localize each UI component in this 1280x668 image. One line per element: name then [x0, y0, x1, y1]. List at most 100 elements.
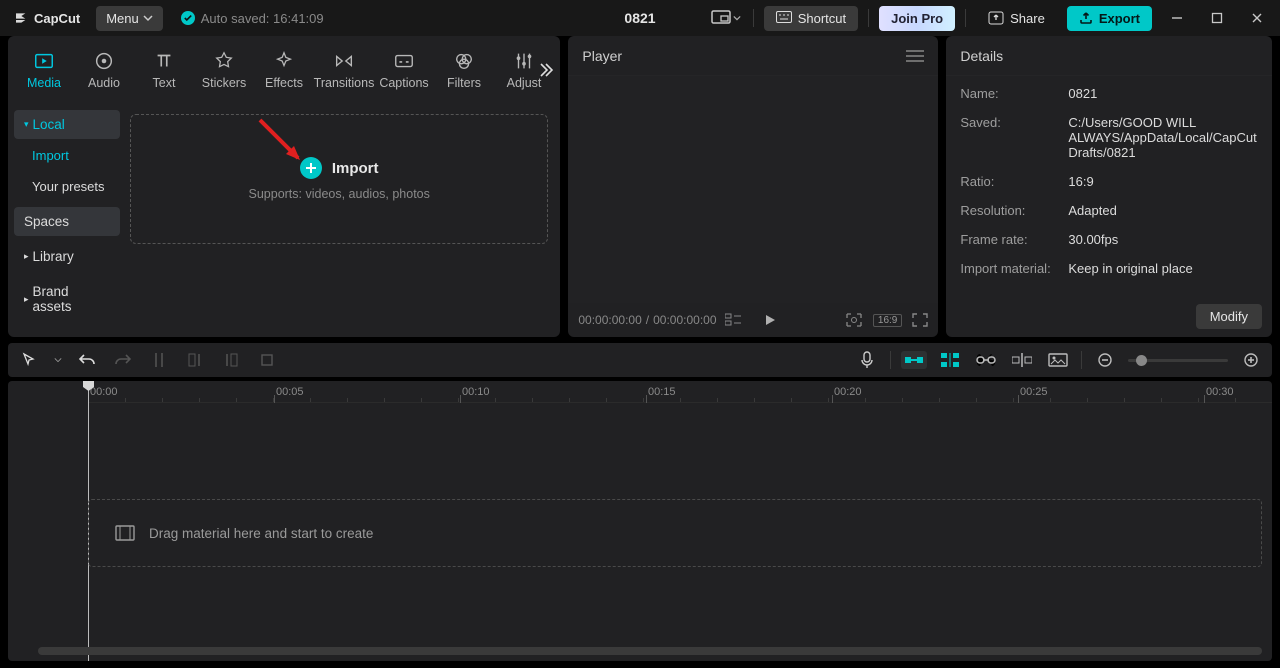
- fullscreen-icon[interactable]: [912, 313, 928, 327]
- main-track-placeholder[interactable]: Drag material here and start to create: [88, 499, 1262, 567]
- import-material-label: Import material:: [960, 261, 1068, 276]
- zoom-in-button[interactable]: [1238, 353, 1264, 367]
- chevron-down-icon: [143, 13, 153, 23]
- tab-media[interactable]: Media: [14, 50, 74, 90]
- text-icon: [153, 50, 175, 72]
- shortcut-button[interactable]: Shortcut: [764, 6, 858, 31]
- film-icon: [115, 525, 135, 541]
- resolution-value: Adapted: [1068, 203, 1258, 218]
- undo-button[interactable]: [74, 352, 100, 368]
- tab-captions[interactable]: Captions: [374, 50, 434, 90]
- redo-button[interactable]: [110, 352, 136, 368]
- track-hint: Drag material here and start to create: [149, 526, 373, 541]
- main-track-magnet-button[interactable]: [901, 351, 927, 369]
- name-value: 0821: [1068, 86, 1258, 101]
- title-bar: CapCut Menu Auto saved: 16:41:09 0821 Sh…: [0, 0, 1280, 36]
- player-title: Player: [582, 48, 622, 64]
- player-menu-icon[interactable]: [906, 49, 924, 63]
- adjust-icon: [513, 50, 535, 72]
- capcut-logo-icon: [14, 10, 30, 26]
- export-icon: [1079, 11, 1093, 25]
- sidebar-item-local[interactable]: ▾Local: [14, 110, 120, 139]
- tab-stickers[interactable]: Stickers: [194, 50, 254, 90]
- source-tabs: Media Audio Text Stickers Effects Transi…: [8, 36, 560, 104]
- tab-text[interactable]: Text: [134, 50, 194, 90]
- tab-transitions[interactable]: Transitions: [314, 50, 374, 90]
- timeline-list-icon[interactable]: [725, 313, 741, 327]
- crop-button[interactable]: [254, 352, 280, 368]
- details-title: Details: [960, 48, 1003, 64]
- timeline-toolbar: [8, 343, 1272, 377]
- media-sidebar: ▾Local Import Your presets Spaces ▸Libra…: [8, 104, 126, 337]
- details-panel: Details Name:0821 Saved:C:/Users/GOOD WI…: [946, 36, 1272, 337]
- import-dropzone[interactable]: Import Supports: videos, audios, photos: [130, 114, 548, 244]
- join-pro-button[interactable]: Join Pro: [879, 6, 955, 31]
- preview-axis-button[interactable]: [1009, 353, 1035, 367]
- check-icon: [181, 11, 195, 25]
- media-panel: Media Audio Text Stickers Effects Transi…: [8, 36, 560, 337]
- plus-icon: [300, 157, 322, 179]
- selection-tool[interactable]: [16, 352, 42, 368]
- import-material-value: Keep in original place: [1068, 261, 1258, 276]
- name-label: Name:: [960, 86, 1068, 101]
- player-panel: Player 00:00:00:00 / 00:00:00:00: [568, 36, 938, 337]
- player-controls: 00:00:00:00 / 00:00:00:00 16:9: [568, 303, 938, 337]
- player-viewport[interactable]: [568, 76, 938, 303]
- tab-audio[interactable]: Audio: [74, 50, 134, 90]
- export-button[interactable]: Export: [1067, 6, 1152, 31]
- timeline[interactable]: 00:00 00:05 00:10 00:15 00:20 00:25 00:3…: [8, 381, 1272, 661]
- modify-button[interactable]: Modify: [1196, 304, 1262, 329]
- zoom-out-button[interactable]: [1092, 353, 1118, 367]
- captions-icon: [393, 50, 415, 72]
- ratio-label: Ratio:: [960, 174, 1068, 189]
- delete-left-button[interactable]: [182, 352, 208, 368]
- transitions-icon: [333, 50, 355, 72]
- app-logo: CapCut: [8, 10, 86, 26]
- fps-label: Frame rate:: [960, 232, 1068, 247]
- ratio-value: 16:9: [1068, 174, 1258, 189]
- time-current: 00:00:00:00: [578, 313, 641, 327]
- window-minimize[interactable]: [1162, 12, 1192, 24]
- project-title[interactable]: 0821: [624, 10, 655, 26]
- saved-value: C:/Users/GOOD WILL ALWAYS/AppData/Local/…: [1068, 115, 1258, 160]
- timeline-scrollbar[interactable]: [38, 647, 1262, 655]
- ratio-badge[interactable]: 16:9: [873, 314, 902, 327]
- menu-button[interactable]: Menu: [96, 6, 163, 31]
- tab-filters[interactable]: Filters: [434, 50, 494, 90]
- effects-icon: [273, 50, 295, 72]
- zoom-slider[interactable]: [1128, 359, 1228, 362]
- aspect-ratio-button[interactable]: [709, 4, 743, 32]
- delete-right-button[interactable]: [218, 352, 244, 368]
- auto-snap-button[interactable]: [937, 353, 963, 367]
- filters-icon: [453, 50, 475, 72]
- window-maximize[interactable]: [1202, 12, 1232, 24]
- share-button[interactable]: Share: [976, 6, 1057, 31]
- tool-dropdown[interactable]: [52, 356, 64, 364]
- audio-icon: [93, 50, 115, 72]
- sidebar-item-brand[interactable]: ▸Brand assets: [14, 277, 120, 321]
- resolution-label: Resolution:: [960, 203, 1068, 218]
- record-audio-button[interactable]: [854, 351, 880, 369]
- tab-effects[interactable]: Effects: [254, 50, 314, 90]
- media-icon: [33, 50, 55, 72]
- snapshot-icon[interactable]: [845, 312, 863, 328]
- split-button[interactable]: [146, 352, 172, 368]
- share-icon: [988, 11, 1004, 25]
- sidebar-item-spaces[interactable]: Spaces: [14, 207, 120, 236]
- linkage-button[interactable]: [973, 354, 999, 366]
- cover-button[interactable]: [1045, 353, 1071, 367]
- import-area: Import Supports: videos, audios, photos: [126, 104, 560, 337]
- sidebar-item-import[interactable]: Import: [14, 141, 120, 170]
- time-total: 00:00:00:00: [653, 313, 716, 327]
- fps-value: 30.00fps: [1068, 232, 1258, 247]
- import-support-text: Supports: videos, audios, photos: [249, 187, 430, 201]
- tabs-more-button[interactable]: [536, 61, 554, 79]
- timeline-ruler[interactable]: 00:00 00:05 00:10 00:15 00:20 00:25 00:3…: [88, 381, 1272, 403]
- app-name: CapCut: [34, 11, 80, 26]
- sidebar-item-presets[interactable]: Your presets: [14, 172, 120, 201]
- import-label: Import: [332, 160, 379, 177]
- play-button[interactable]: [763, 313, 777, 327]
- sidebar-item-library[interactable]: ▸Library: [14, 242, 120, 271]
- stickers-icon: [213, 50, 235, 72]
- window-close[interactable]: [1242, 12, 1272, 24]
